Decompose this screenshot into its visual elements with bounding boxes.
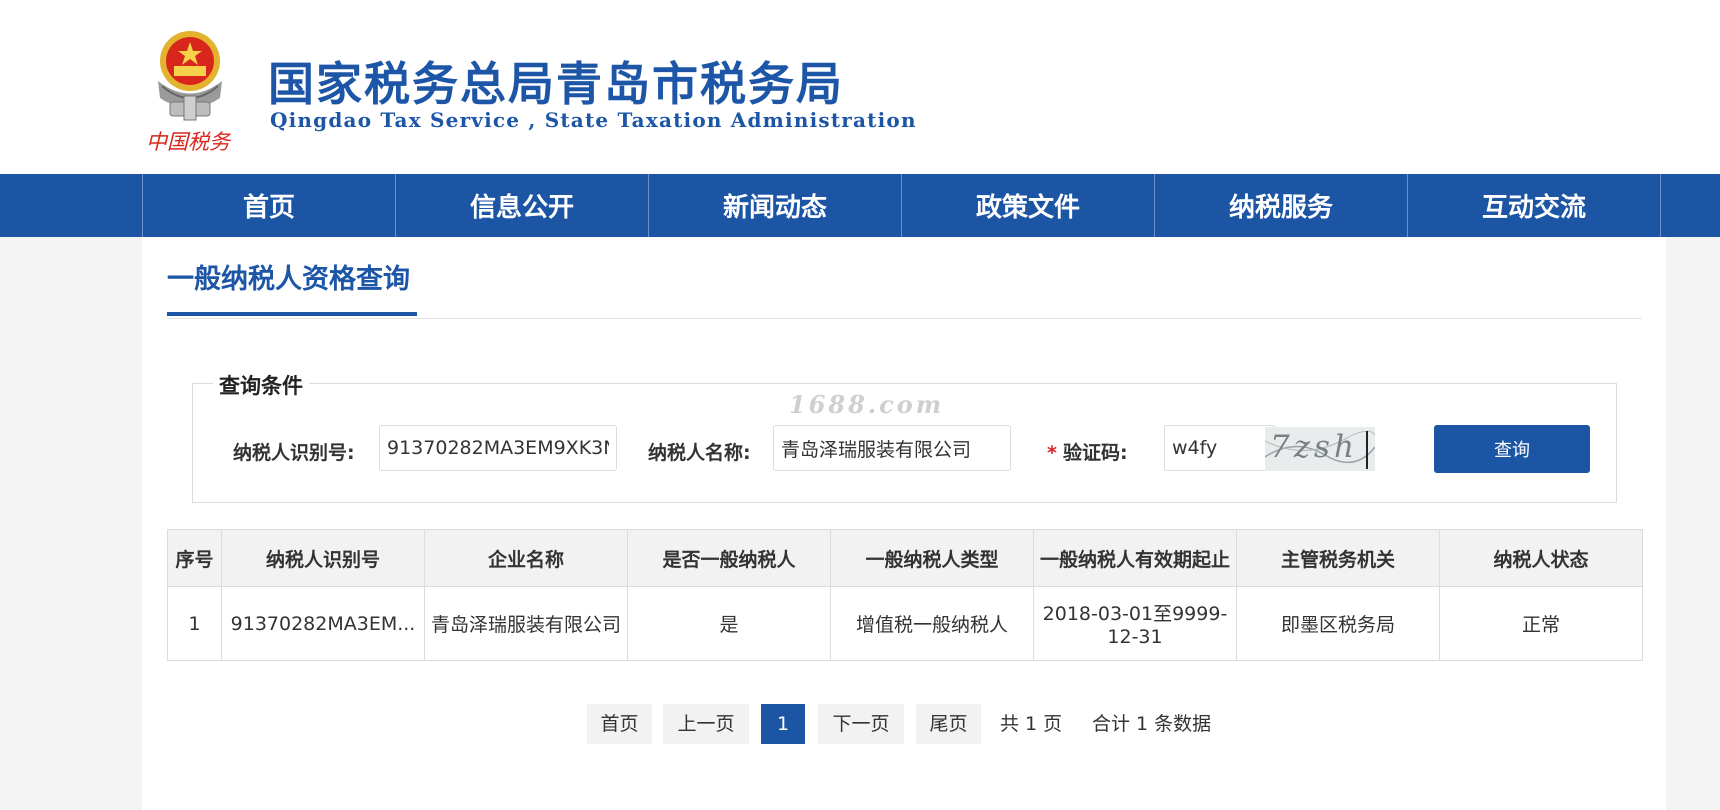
col-header-taxpayer-id: 纳税人识别号: [221, 529, 425, 587]
col-header-is-general: 是否一般纳税人: [627, 529, 831, 587]
pagination-current-page[interactable]: 1: [761, 704, 805, 744]
divider: [167, 318, 1642, 319]
nav-item-tax-service[interactable]: 纳税服务: [1155, 174, 1408, 237]
pagination-prev-button[interactable]: 上一页: [663, 704, 749, 744]
search-button[interactable]: 查询: [1434, 425, 1590, 473]
taxpayer-name-input[interactable]: [773, 425, 1011, 471]
page-title-underline: [167, 312, 417, 316]
main-nav: 首页 信息公开 新闻动态 政策文件 纳税服务 互动交流: [0, 174, 1720, 237]
nav-item-info-disclosure[interactable]: 信息公开: [396, 174, 649, 237]
cell-taxpayer-id: 91370282MA3EM...: [221, 586, 425, 661]
site-title-en: Qingdao Tax Service , State Taxation Adm…: [270, 108, 917, 132]
query-conditions-panel: 查询条件 1688.com 纳税人识别号: 纳税人名称: *验证码: 7zsh …: [192, 370, 1617, 503]
pagination: 首页 上一页 1 下一页 尾页 共 1 页 合计 1 条数据: [142, 704, 1666, 744]
col-header-status: 纳税人状态: [1439, 529, 1643, 587]
emblem-caption: 中国税务: [146, 130, 230, 154]
nav-item-news[interactable]: 新闻动态: [649, 174, 902, 237]
cell-index: 1: [167, 586, 222, 661]
captcha-label-wrapper: * 验证码:: [1047, 438, 1128, 465]
results-table: 序号 纳税人识别号 企业名称 是否一般纳税人 一般纳税人类型 一般纳税人有效期起…: [167, 529, 1643, 661]
cell-company: 青岛泽瑞服装有限公司: [424, 586, 628, 661]
nav-item-home[interactable]: 首页: [143, 174, 396, 237]
cell-authority: 即墨区税务局: [1236, 586, 1440, 661]
pagination-total-records: 合计 1 条数据: [1092, 713, 1212, 735]
cell-type: 增值税一般纳税人: [830, 586, 1034, 661]
captcha-label: 验证码:: [1062, 442, 1128, 464]
site-title-cn[interactable]: 国家税务总局青岛市税务局: [268, 48, 844, 114]
pagination-next-button[interactable]: 下一页: [818, 704, 904, 744]
taxpayer-name-label: 纳税人名称:: [648, 442, 751, 464]
col-header-authority: 主管税务机关: [1236, 529, 1440, 587]
pagination-total-pages: 共 1 页: [1000, 713, 1063, 735]
col-header-company: 企业名称: [424, 529, 628, 587]
main-content: 一般纳税人资格查询 查询条件 1688.com 纳税人识别号: 纳税人名称: *…: [142, 237, 1666, 810]
taxpayer-id-input[interactable]: [379, 425, 617, 471]
page-title: 一般纳税人资格查询: [167, 264, 410, 295]
cell-is-general: 是: [627, 586, 831, 661]
cell-validity: 2018-03-01至9999-12-31: [1033, 586, 1237, 661]
col-header-type: 一般纳税人类型: [830, 529, 1034, 587]
query-legend: 查询条件: [213, 370, 309, 400]
table-header-row: 序号 纳税人识别号 企业名称 是否一般纳税人 一般纳税人类型 一般纳税人有效期起…: [167, 529, 1643, 587]
table-row: 1 91370282MA3EM... 青岛泽瑞服装有限公司 是 增值税一般纳税人…: [167, 586, 1643, 661]
pagination-first-button[interactable]: 首页: [587, 704, 652, 744]
col-header-index: 序号: [167, 529, 222, 587]
required-marker: *: [1047, 442, 1057, 464]
col-header-validity: 一般纳税人有效期起止: [1033, 529, 1237, 587]
nav-list: 首页 信息公开 新闻动态 政策文件 纳税服务 互动交流: [142, 174, 1663, 237]
tax-emblem-logo[interactable]: 中国税务: [140, 26, 240, 158]
captcha-image[interactable]: 7zsh: [1265, 427, 1375, 471]
captcha-text: 7zsh: [1270, 429, 1358, 465]
nav-item-policy[interactable]: 政策文件: [902, 174, 1155, 237]
watermark: 1688.com: [789, 390, 945, 419]
nav-item-interaction[interactable]: 互动交流: [1408, 174, 1661, 237]
site-header: 中国税务 国家税务总局青岛市税务局 Qingdao Tax Service , …: [0, 0, 1720, 174]
cell-status: 正常: [1439, 586, 1643, 661]
taxpayer-id-label: 纳税人识别号:: [233, 442, 355, 464]
captcha-input[interactable]: [1164, 425, 1276, 471]
pagination-last-button[interactable]: 尾页: [916, 704, 981, 744]
